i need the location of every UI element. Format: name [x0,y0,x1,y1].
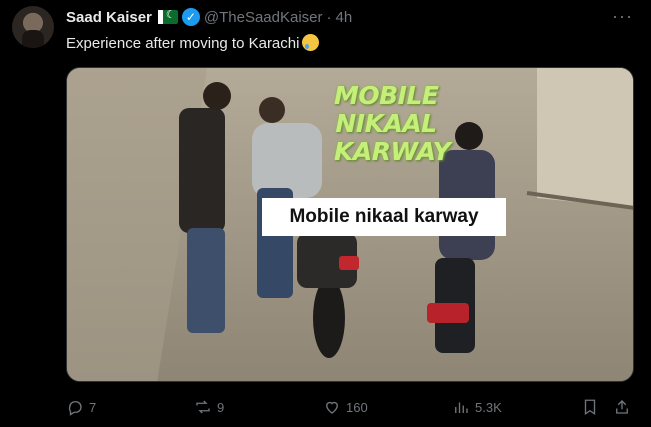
avatar[interactable] [12,6,54,48]
tweet-header: Saad Kaiser ✓ @TheSaadKaiser · 4h [66,7,352,27]
tweet[interactable]: Saad Kaiser ✓ @TheSaadKaiser · 4h ··· Ex… [0,0,651,427]
repost-count: 9 [217,399,225,415]
reply-icon [68,401,82,416]
views-icon [455,402,468,413]
repost-icon [196,400,210,414]
reply-button[interactable]: 7 [66,398,96,416]
meme-caption-top: MOBILE NIKAAL KARWAY [334,81,451,166]
more-icon[interactable]: ··· [612,6,633,27]
author-name[interactable]: Saad Kaiser [66,9,152,26]
like-count: 160 [346,399,368,415]
like-icon [326,401,338,414]
meme-caption-box: Mobile nikaal karway [262,198,506,236]
views-button[interactable]: 5.3K [452,398,502,416]
crying-face-emoji-icon [302,34,320,51]
verified-badge-icon[interactable]: ✓ [181,8,200,26]
action-bar: 7 9 160 5.3K [66,398,636,420]
share-button[interactable] [613,398,631,416]
tweet-time[interactable]: 4h [336,9,353,26]
tweet-text: Experience after moving to Karachi [66,34,320,52]
flag-pakistan-icon [157,8,178,24]
bookmark-icon [584,399,596,416]
views-count: 5.3K [475,399,502,415]
reply-count: 7 [89,399,97,415]
author-handle[interactable]: @TheSaadKaiser [204,9,323,26]
separator: · [326,8,332,26]
bookmark-button[interactable] [581,398,599,416]
share-icon [616,400,628,414]
tweet-media-image[interactable]: MOBILE NIKAAL KARWAY Mobile nikaal karwa… [66,67,634,382]
repost-button[interactable]: 9 [194,398,224,416]
tweet-text-content: Experience after moving to Karachi [66,35,300,52]
like-button[interactable]: 160 [323,398,368,416]
